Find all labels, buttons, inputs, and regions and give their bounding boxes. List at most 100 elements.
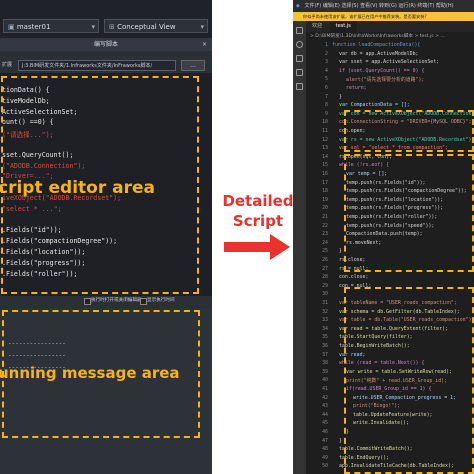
breadcrumb: > D:\BIM研发\1.3D\InfraWorks\Infraworks脚本 … <box>306 32 474 41</box>
chevron-down-icon: ▾ <box>91 23 95 31</box>
editor-title: 编写脚本 <box>93 41 118 48</box>
code-line: } <box>339 248 342 255</box>
line-number: 12 <box>322 136 328 143</box>
line-number: 29 <box>322 282 328 289</box>
arrow-label-line1: Detailed <box>222 192 294 210</box>
menu-items[interactable]: 文件(F) 编辑(E) 选择(S) 查看(V) 转到(G) 运行(R) 终端(T… <box>304 3 453 9</box>
vscode-window: ◆ 文件(F) 编辑(E) 选择(S) 查看(V) 转到(G) 运行(R) 终端… <box>293 0 474 474</box>
script-editor-window: ▣ master01 ▾ ⊞ Conceptual View ▾ 编写脚本 × … <box>0 0 212 474</box>
line-number: 14 <box>322 153 328 160</box>
source-control-icon[interactable] <box>296 55 303 62</box>
line-number: 46 <box>322 429 328 435</box>
tab-test-js[interactable]: test.js <box>329 21 357 32</box>
options-row: 执行时打开或关闭编辑器 显示执行时间 <box>0 296 212 306</box>
code-line: return; <box>346 85 367 91</box>
line-number: 26 <box>322 257 328 263</box>
line-number: 43 <box>322 403 328 410</box>
line-number: 34 <box>322 325 328 332</box>
line-number: 27 <box>322 265 328 272</box>
table-update-highlight-box <box>344 287 474 474</box>
script-path-input[interactable]: J:3.BIM研发文件夹/1.Infraworks文件夹/InFraworks脚… <box>18 60 176 71</box>
line-number: 16 <box>322 171 328 177</box>
line-number: 19 <box>322 196 328 203</box>
line-number: 35 <box>322 334 328 341</box>
line-number: 22 <box>322 222 328 229</box>
line-number: 21 <box>322 214 328 220</box>
line-number: 50 <box>322 463 328 470</box>
line-number: 20 <box>322 205 328 212</box>
close-icon[interactable]: × <box>202 38 207 51</box>
menu-bar: ◆ 文件(F) 编辑(E) 选择(S) 查看(V) 转到(G) 运行(R) 终端… <box>293 0 474 12</box>
database-select-value: master01 <box>16 23 51 31</box>
connection-highlight-box <box>344 110 474 152</box>
view-select-value: Conceptual View <box>117 23 176 31</box>
code-line: function loadCompactionData(){ <box>332 42 421 48</box>
line-number: 44 <box>322 411 328 418</box>
code-line: var sset = app.ActiveSelectionSet; <box>339 59 440 66</box>
explorer-icon[interactable] <box>296 27 303 34</box>
code-line: } <box>339 437 342 444</box>
checkbox-label: 显示执行时间 <box>147 298 175 303</box>
arrow-label-line2: Script <box>232 212 284 230</box>
checkbox-label: 执行时打开或关闭编辑器 <box>91 298 142 303</box>
line-number: 47 <box>322 437 328 444</box>
checkbox-show-time[interactable] <box>140 298 147 305</box>
code-line: var CompactionData = []; <box>339 102 410 109</box>
extension-notification: 你似乎尚未使用该扩展，该扩展已在用户中推荐安装。是否要安装? <box>293 12 474 21</box>
vscode-logo-icon: ◆ <box>296 3 300 9</box>
line-number: 40 <box>322 377 328 384</box>
view-icon: ⊞ <box>109 23 118 31</box>
line-number: 3 <box>325 59 328 66</box>
line-number: 33 <box>322 317 328 324</box>
code-line: con.close; <box>339 274 369 281</box>
code-line: alert("请先选择要分析的道路"); <box>346 77 425 84</box>
line-number: 4 <box>325 67 328 74</box>
line-number: 7 <box>325 93 328 100</box>
line-number: 49 <box>322 454 328 461</box>
message-area-label: unning message area <box>0 364 180 382</box>
code-line: } <box>339 93 342 100</box>
line-number: 41 <box>322 386 328 392</box>
chevron-down-icon: ▾ <box>200 23 204 31</box>
view-select[interactable]: ⊞ Conceptual View ▾ <box>104 19 208 33</box>
line-number: 10 <box>322 119 328 126</box>
line-number: 45 <box>322 420 328 427</box>
right-arrow-icon <box>224 234 290 260</box>
line-number: 17 <box>322 179 328 186</box>
line-number: 1 <box>325 42 328 48</box>
code-line: if (sset.QueryCount() == 0) { <box>339 67 425 74</box>
line-number: 30 <box>322 291 328 298</box>
database-icon: ▣ <box>8 23 17 31</box>
search-icon[interactable] <box>296 41 303 48</box>
database-select[interactable]: ▣ master01 ▾ <box>3 19 99 33</box>
line-number: 18 <box>322 188 328 195</box>
line-number: 36 <box>322 343 328 349</box>
line-number: 38 <box>322 360 328 367</box>
line-number: 24 <box>322 239 328 246</box>
line-number: 15 <box>322 162 328 169</box>
line-number: 9 <box>325 110 328 117</box>
line-number: 39 <box>322 368 328 375</box>
line-number: 31 <box>322 300 328 306</box>
line-number: 6 <box>325 85 328 91</box>
checkbox-toggle-editor[interactable] <box>84 298 91 305</box>
browse-button[interactable]: ... <box>181 60 205 71</box>
code-line: var db = app.ActiveModelDb; <box>339 50 419 57</box>
line-number: 32 <box>322 308 328 315</box>
line-number: 48 <box>322 446 328 453</box>
tab-bar: 欢迎 test.js <box>306 21 474 32</box>
line-number: 42 <box>322 394 328 401</box>
debug-icon[interactable] <box>296 69 303 76</box>
loop-highlight-box <box>344 154 474 272</box>
line-number: 28 <box>322 274 328 281</box>
line-number: 8 <box>325 102 328 109</box>
line-number: 11 <box>322 128 328 134</box>
line-number: 23 <box>322 231 328 238</box>
extensions-icon[interactable] <box>296 83 303 90</box>
editor-area-label: cript editor area <box>0 178 155 198</box>
line-number: 5 <box>325 76 328 83</box>
tab-welcome[interactable]: 欢迎 <box>306 23 328 29</box>
activity-bar <box>293 21 306 474</box>
line-number: 2 <box>325 50 328 57</box>
line-number: 25 <box>322 248 328 255</box>
